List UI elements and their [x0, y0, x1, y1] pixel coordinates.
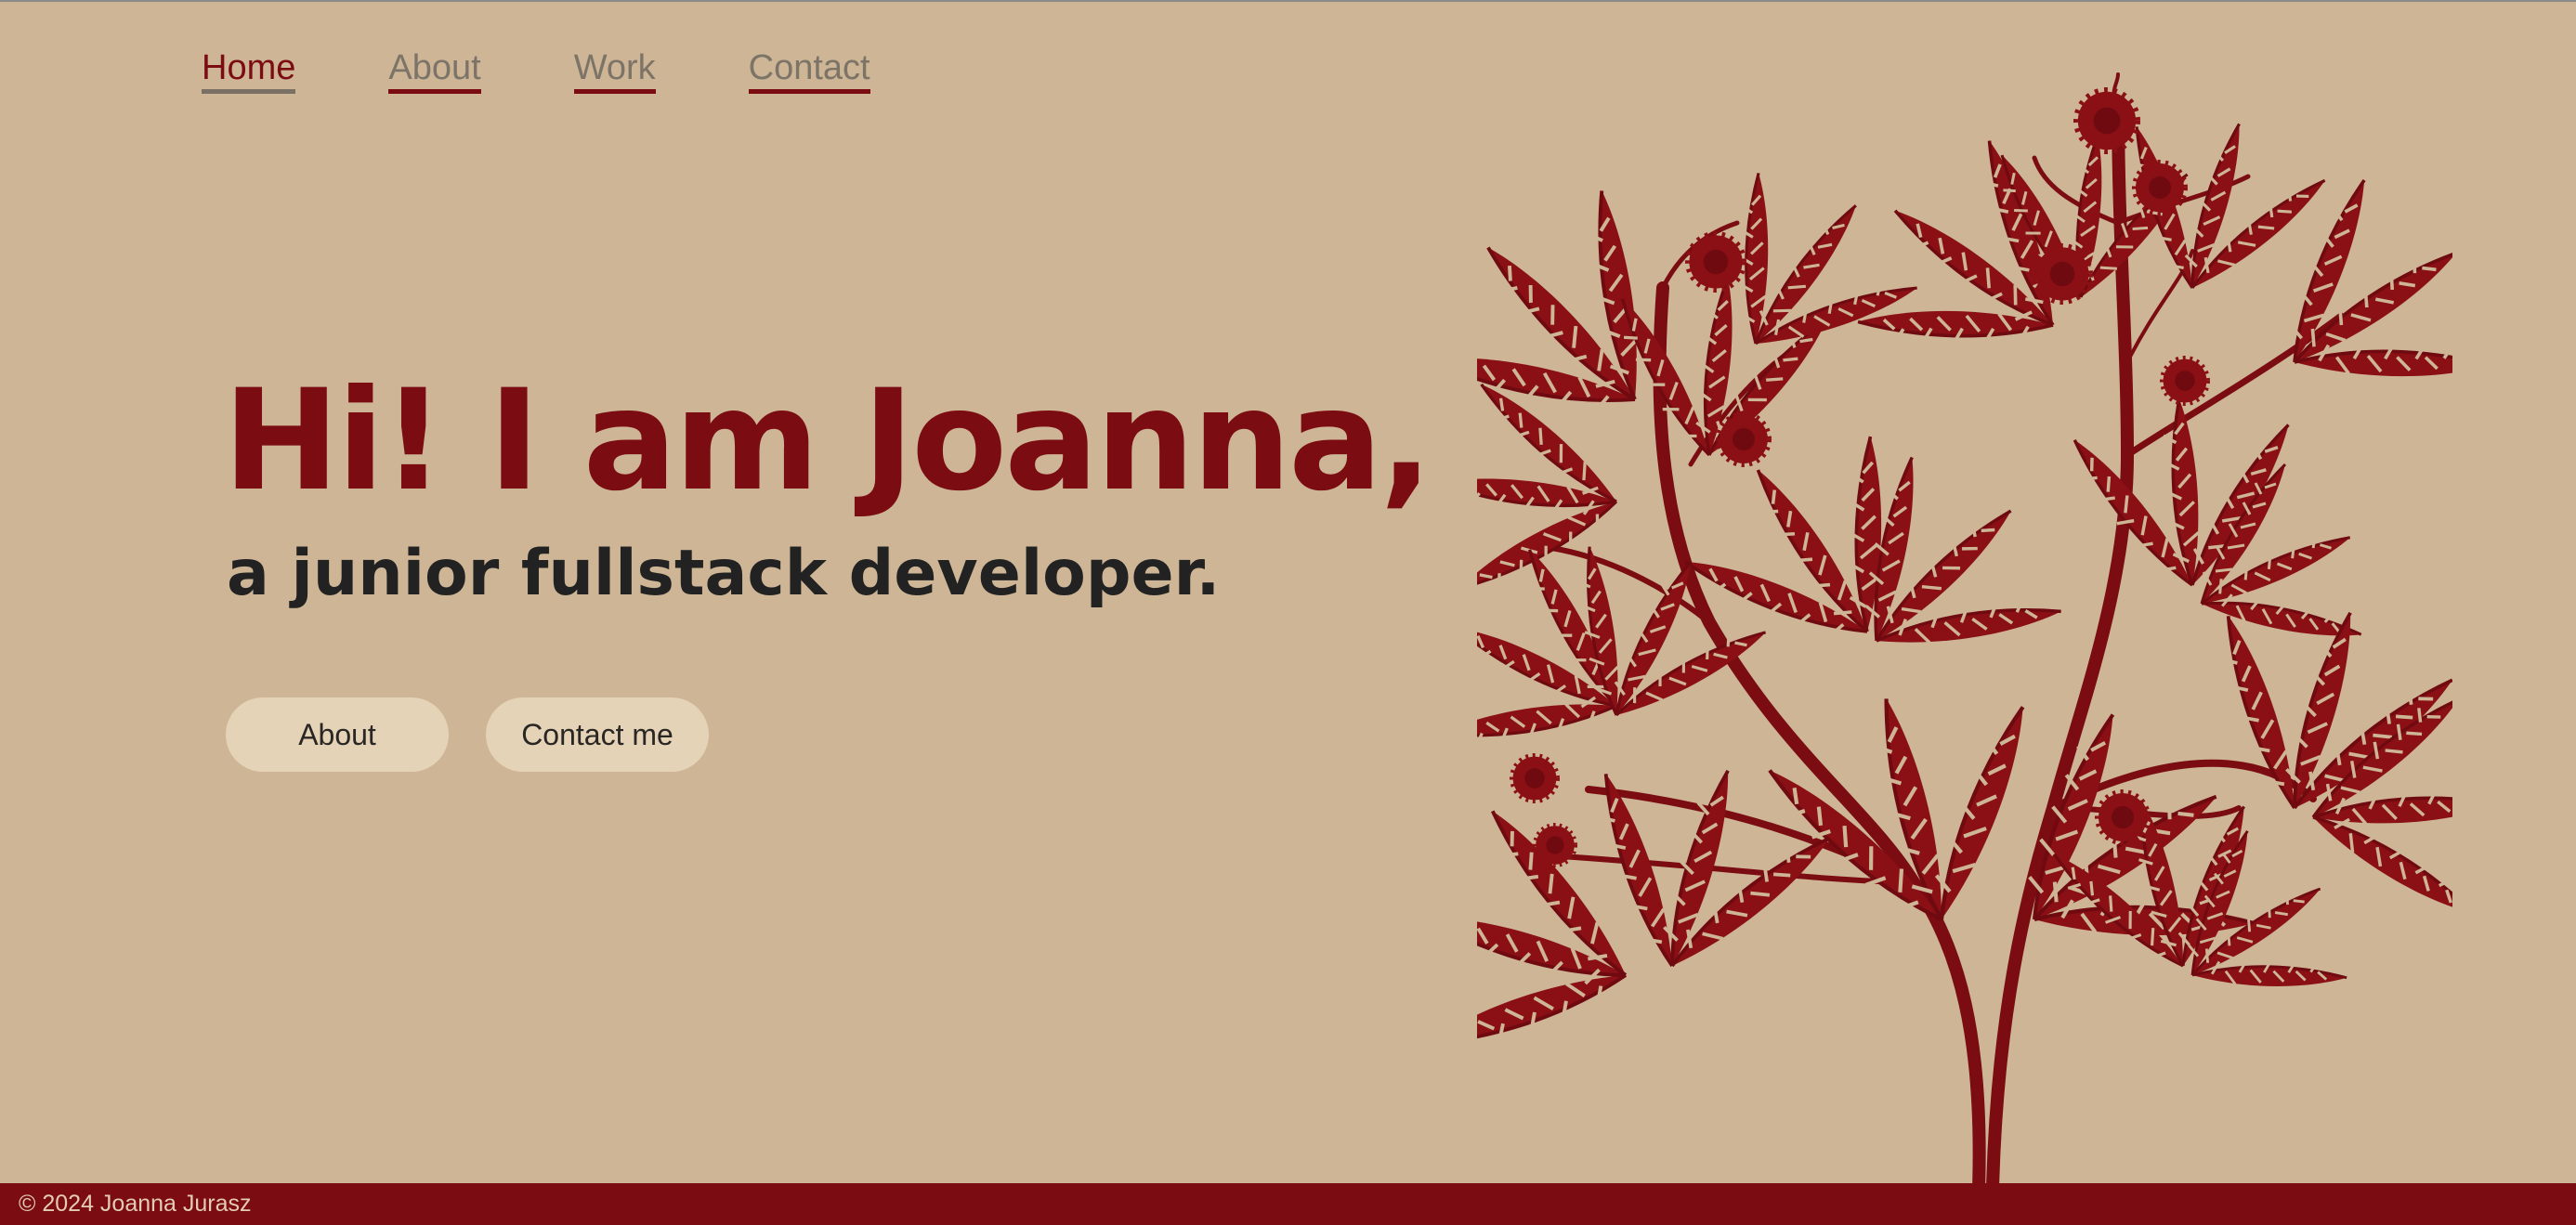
hero-section: Hi! I am Joanna, a junior fullstack deve…: [223, 360, 1432, 610]
cta-buttons: About Contact me: [226, 697, 709, 772]
hero-title: Hi! I am Joanna,: [223, 360, 1432, 522]
contact-me-button[interactable]: Contact me: [486, 697, 709, 772]
top-border: [0, 0, 2576, 2]
nav-link-about[interactable]: About: [388, 48, 481, 94]
main-nav: Home About Work Contact: [202, 48, 870, 94]
hero-subtitle: a junior fullstack developer.: [227, 537, 1221, 610]
nav-link-work[interactable]: Work: [573, 48, 656, 94]
botanical-plant-illustration: [1477, 72, 2452, 1189]
nav-link-contact[interactable]: Contact: [748, 48, 870, 94]
site-footer: © 2024 Joanna Jurasz: [0, 1183, 2576, 1225]
about-button[interactable]: About: [226, 697, 449, 772]
footer-copyright: © 2024 Joanna Jurasz: [19, 1191, 252, 1217]
nav-link-home[interactable]: Home: [202, 48, 296, 94]
